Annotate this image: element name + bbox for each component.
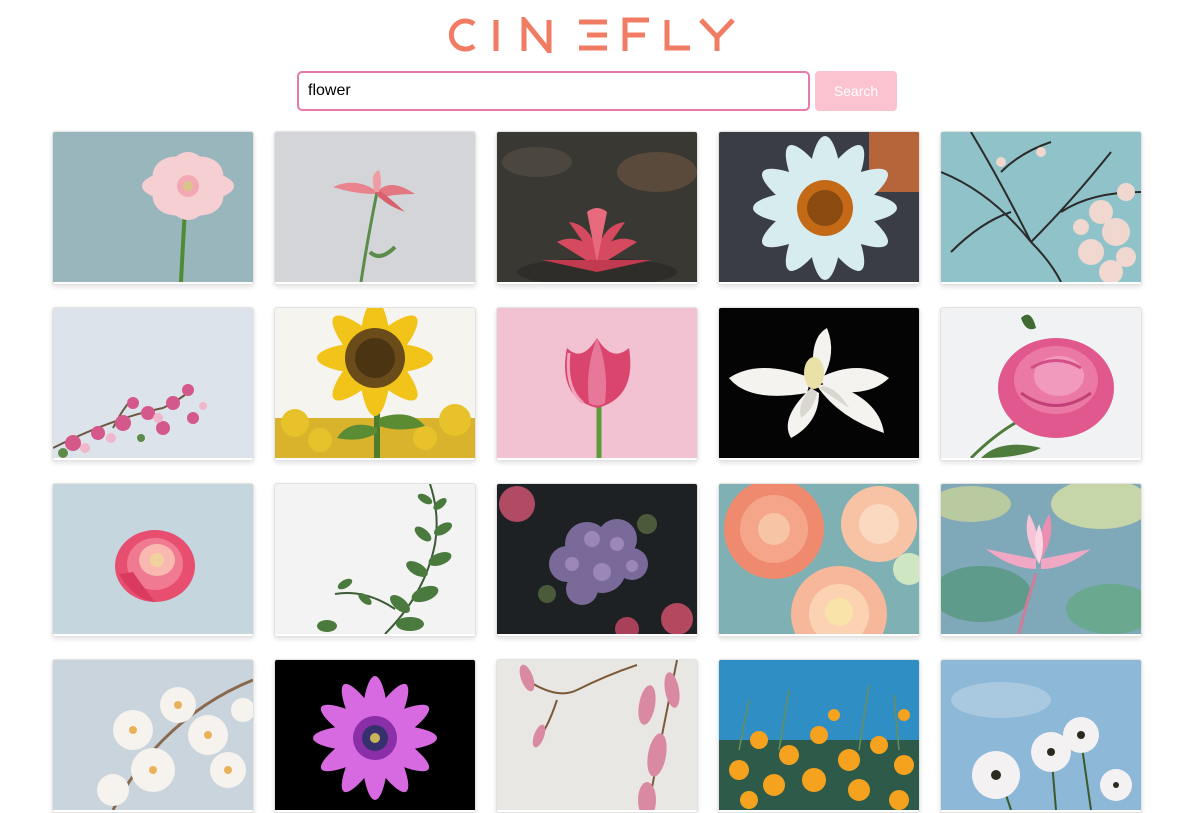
photo-card-pink-tulip[interactable] <box>496 307 698 461</box>
search-button[interactable]: Search <box>815 71 897 111</box>
photo-peach-dahlias <box>719 484 919 634</box>
photo-red-water-lily <box>497 132 697 282</box>
photo-magnolia-buds <box>497 660 697 810</box>
photo-magenta-daisy-black <box>275 660 475 810</box>
photo-pink-lily-on-gray <box>275 132 475 282</box>
photo-pink-lotus-on-water <box>941 484 1141 634</box>
photo-purple-hydrangea <box>497 484 697 634</box>
photo-eucalyptus-sprig <box>275 484 475 634</box>
photo-card-sunflower[interactable] <box>274 307 476 461</box>
photo-card-white-daisy[interactable] <box>718 131 920 285</box>
search-input[interactable] <box>297 71 810 111</box>
photo-grid <box>52 131 1144 813</box>
photo-pink-tulip <box>497 308 697 458</box>
photo-orange-poppies-blue-sky <box>719 660 919 810</box>
cinefly-logo <box>448 17 735 53</box>
photo-white-daisy-orange-center <box>719 132 919 282</box>
photo-pink-rose-on-blue-gray <box>53 484 253 634</box>
photo-card-magnolia-buds[interactable] <box>496 659 698 813</box>
photo-card-pink-lily[interactable] <box>274 131 476 285</box>
photo-pink-flower-cluster <box>53 308 253 458</box>
photo-card-pink-peony[interactable] <box>940 307 1142 461</box>
photo-card-pink-rose[interactable] <box>52 483 254 637</box>
photo-card-white-blossoms[interactable] <box>52 659 254 813</box>
photo-card-pink-lotus[interactable] <box>940 483 1142 637</box>
photo-card-eucalyptus[interactable] <box>274 483 476 637</box>
photo-sunflower-field <box>275 308 475 458</box>
photo-card-magenta-daisy[interactable] <box>274 659 476 813</box>
photo-card-pink-cluster[interactable] <box>52 307 254 461</box>
photo-pink-peony <box>941 308 1141 458</box>
photo-card-hydrangea[interactable] <box>496 483 698 637</box>
photo-card-cherry-branches[interactable] <box>940 131 1142 285</box>
photo-cherry-blossom-branches <box>941 132 1141 282</box>
photo-white-cosmos-sky <box>941 660 1141 810</box>
photo-card-red-water-lily[interactable] <box>496 131 698 285</box>
photo-card-white-cosmos[interactable] <box>940 659 1142 813</box>
photo-card-orange-poppies[interactable] <box>718 659 920 813</box>
photo-card-white-magnolia[interactable] <box>718 307 920 461</box>
photo-white-magnolia-black <box>719 308 919 458</box>
photo-card-pink-gerbera[interactable] <box>52 131 254 285</box>
photo-pink-gerbera-daisy <box>53 132 253 282</box>
photo-white-cherry-blossoms <box>53 660 253 810</box>
photo-card-peach-dahlias[interactable] <box>718 483 920 637</box>
